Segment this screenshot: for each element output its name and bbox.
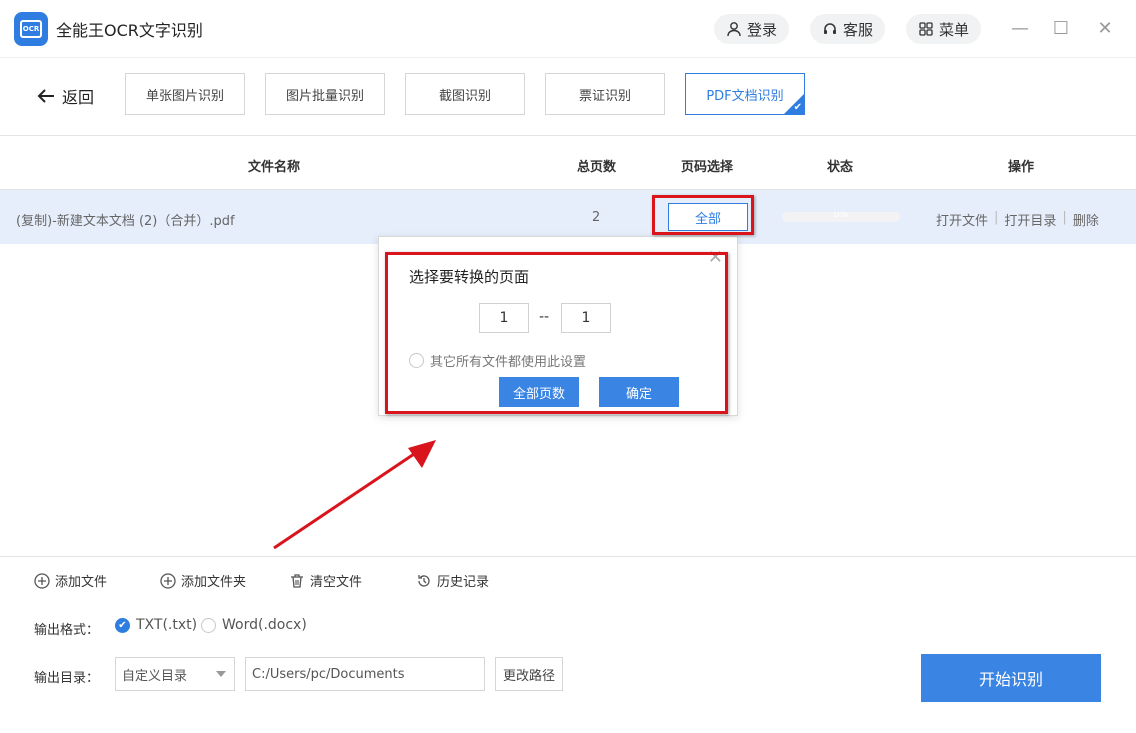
output-dir-select-value: 自定义目录 xyxy=(122,668,188,684)
minimize-icon[interactable]: — xyxy=(1008,16,1032,40)
tab-pdf-label: PDF文档识别 xyxy=(706,88,784,104)
tab-single-image[interactable]: 单张图片识别 xyxy=(125,73,245,115)
service-label: 客服 xyxy=(843,20,874,39)
app-logo: OCR xyxy=(14,12,48,46)
menu-button[interactable]: 菜单 xyxy=(906,14,982,44)
history-icon xyxy=(418,574,430,587)
output-dir-label: 输出目录： xyxy=(34,671,100,686)
progress-bar: 0% xyxy=(782,212,900,222)
headset-icon xyxy=(824,23,836,34)
login-label: 登录 xyxy=(747,20,778,39)
format-word-label: Word(.docx) xyxy=(222,617,307,633)
header-name: 文件名称 xyxy=(248,160,301,175)
annotation-arrow xyxy=(273,440,436,550)
total-pages: 2 xyxy=(592,210,601,225)
tab-batch-image[interactable]: 图片批量识别 xyxy=(265,73,385,115)
highlight-page-select xyxy=(652,195,754,235)
clear-files-button[interactable]: 清空文件 xyxy=(289,571,362,590)
maximize-icon[interactable]: ☐ xyxy=(1049,16,1073,40)
ocr-logo-icon: OCR xyxy=(20,20,42,38)
header-pages: 总页数 xyxy=(577,160,617,175)
file-name: (复制)-新建文本文档 (2)（合并）.pdf xyxy=(16,214,235,229)
service-button[interactable]: 客服 xyxy=(810,14,886,44)
header-ops: 操作 xyxy=(1008,160,1035,175)
format-txt-option[interactable]: ✔ TXT(.txt) xyxy=(115,617,197,633)
tab-certificate[interactable]: 票证识别 xyxy=(545,73,665,115)
add-file-label: 添加文件 xyxy=(55,575,108,590)
add-folder-button[interactable]: 添加文件夹 xyxy=(160,571,246,590)
arrow-left-icon xyxy=(37,89,54,103)
check-icon: ✔ xyxy=(115,617,130,633)
check-icon: ✔ xyxy=(793,102,802,113)
open-file-link[interactable]: 打开文件 xyxy=(936,210,988,229)
output-dir-select[interactable]: 自定义目录 xyxy=(115,657,235,691)
output-path-input[interactable] xyxy=(245,657,485,691)
clear-files-label: 清空文件 xyxy=(310,575,363,590)
delete-link[interactable]: 删除 xyxy=(1073,210,1099,229)
format-word-option[interactable]: Word(.docx) xyxy=(201,617,307,633)
header-page-select: 页码选择 xyxy=(681,160,734,175)
row-operations: 打开文件 | 打开目录 | 删除 xyxy=(936,210,1099,229)
trash-icon xyxy=(291,573,303,588)
user-icon xyxy=(727,22,741,37)
title-bar: OCR 全能王OCR文字识别 登录 客服 菜单 — ☐ ✕ xyxy=(0,0,1136,58)
plus-circle-icon xyxy=(34,572,50,589)
format-word-radio[interactable] xyxy=(201,617,216,633)
highlight-dialog xyxy=(385,252,728,414)
change-path-button[interactable]: 更改路径 xyxy=(495,657,563,691)
grid-menu-icon xyxy=(919,22,933,36)
menu-label: 菜单 xyxy=(939,20,970,39)
header-status: 状态 xyxy=(827,160,854,175)
app-title: 全能王OCR文字识别 xyxy=(56,21,203,40)
tab-pdf[interactable]: PDF文档识别 ✔ xyxy=(685,73,805,115)
output-format-label: 输出格式： xyxy=(34,623,100,638)
history-button[interactable]: 历史记录 xyxy=(416,571,489,590)
close-window-icon[interactable]: ✕ xyxy=(1093,16,1117,40)
chevron-down-icon xyxy=(216,671,226,677)
back-label: 返回 xyxy=(62,88,95,107)
table-header: 文件名称 总页数 页码选择 状态 操作 xyxy=(0,136,1136,190)
history-label: 历史记录 xyxy=(437,575,490,590)
back-button[interactable]: 返回 xyxy=(36,84,94,108)
plus-circle-icon xyxy=(160,572,176,589)
add-folder-label: 添加文件夹 xyxy=(181,575,247,590)
toolbar: 返回 单张图片识别 图片批量识别 截图识别 票证识别 PDF文档识别 ✔ xyxy=(0,58,1136,136)
start-recognition-button[interactable]: 开始识别 xyxy=(921,654,1101,702)
login-button[interactable]: 登录 xyxy=(714,14,790,44)
tab-screenshot[interactable]: 截图识别 xyxy=(405,73,525,115)
open-dir-link[interactable]: 打开目录 xyxy=(1004,210,1056,229)
progress-text: 0% xyxy=(833,212,849,220)
add-file-button[interactable]: 添加文件 xyxy=(34,571,107,590)
format-txt-label: TXT(.txt) xyxy=(136,617,198,633)
bottom-panel: 添加文件 添加文件夹 清空文件 历史记录 输出格式： ✔ TXT(.txt) W… xyxy=(0,556,1136,733)
